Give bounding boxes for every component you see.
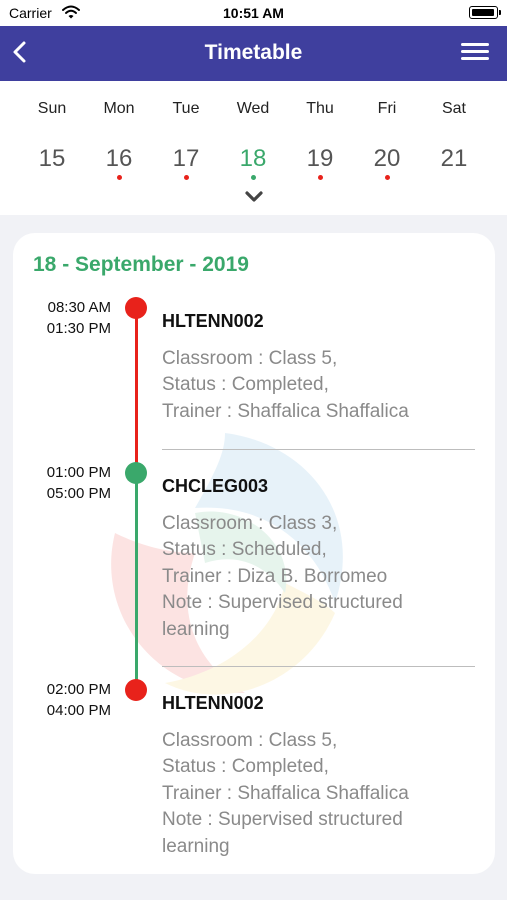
status-bar: Carrier 10:51 AM bbox=[0, 0, 507, 26]
expand-calendar-button[interactable] bbox=[244, 189, 264, 205]
day-name-label: Sun bbox=[37, 100, 67, 117]
event-detail-line: Classroom : Class 5, bbox=[162, 730, 338, 751]
timeline-dot bbox=[125, 679, 147, 701]
back-button[interactable] bbox=[6, 37, 36, 67]
event-indicator-dot bbox=[317, 175, 323, 180]
day-tue[interactable]: Tue 17 bbox=[152, 81, 220, 181]
schedule-card: 18 - September - 2019 08:30 AM 01:30 PM HL… bbox=[13, 233, 495, 874]
event-indicator-dot bbox=[384, 175, 390, 180]
day-name-label: Wed bbox=[236, 100, 270, 117]
menu-button[interactable] bbox=[461, 40, 491, 66]
timeline-line bbox=[135, 308, 138, 473]
event-time-range: 02:00 PM 04:00 PM bbox=[13, 679, 111, 721]
event-indicator-dot bbox=[250, 175, 256, 180]
chevron-down-icon bbox=[245, 191, 263, 202]
day-date-label: 17 bbox=[172, 145, 200, 172]
battery-icon bbox=[469, 6, 501, 19]
timeline-event[interactable]: 02:00 PM 04:00 PM HLTENN002 Classroom : Cla… bbox=[13, 679, 495, 874]
day-date-label: 20 bbox=[373, 145, 401, 172]
page-title: Timetable bbox=[204, 41, 303, 64]
day-date-label: 18 bbox=[239, 145, 267, 172]
event-detail-line: Trainer : Shaffalica Shaffalica bbox=[162, 400, 409, 422]
event-detail-line: learning bbox=[162, 835, 230, 857]
event-separator bbox=[162, 449, 475, 450]
event-detail-line: Note : Supervised structured bbox=[162, 809, 403, 831]
day-name-label: Thu bbox=[306, 100, 334, 117]
event-start-time: 01:00 PM bbox=[46, 464, 111, 481]
day-wed[interactable]: Wed 18 bbox=[219, 81, 287, 181]
timeline-event[interactable]: 01:00 PM 05:00 PM CHCLEG003 Classroom : Cla… bbox=[13, 462, 495, 690]
event-time-range: 01:00 PM 05:00 PM bbox=[13, 462, 111, 504]
event-indicator-dot bbox=[183, 175, 189, 180]
hamburger-menu-icon bbox=[461, 43, 491, 60]
course-code[interactable]: HLTENN002 bbox=[162, 693, 264, 714]
day-mon[interactable]: Mon 16 bbox=[85, 81, 153, 181]
day-name-label: Sat bbox=[441, 100, 466, 117]
event-detail-line: Status : Scheduled, bbox=[162, 539, 327, 561]
week-calendar: Sun 15 Mon 16 Tue 17 Wed 18 Thu 19 Fri 20 Sat 21 bbox=[0, 81, 507, 215]
event-start-time: 08:30 AM bbox=[47, 299, 111, 316]
event-details: Classroom : Class 5, Status : Completed, T… bbox=[162, 346, 482, 425]
event-indicator-dot bbox=[116, 175, 122, 180]
event-detail-line: Classroom : Class 5, bbox=[162, 348, 338, 369]
day-date-label: 16 bbox=[105, 145, 133, 172]
event-detail-line: Status : Completed, bbox=[162, 374, 329, 396]
course-code[interactable]: CHCLEG003 bbox=[162, 476, 268, 497]
day-name-label: Tue bbox=[172, 100, 200, 117]
event-details: Classroom : Class 3, Status : Scheduled, T… bbox=[162, 511, 482, 643]
day-sat[interactable]: Sat 21 bbox=[420, 81, 488, 181]
day-name-label: Fri bbox=[377, 100, 397, 117]
nav-bar: Timetable bbox=[0, 26, 507, 81]
timeline-line bbox=[135, 473, 138, 690]
event-separator bbox=[162, 666, 475, 667]
event-end-time: 04:00 PM bbox=[46, 702, 111, 719]
event-detail-line: learning bbox=[162, 618, 230, 640]
timeline-dot bbox=[125, 297, 147, 319]
day-date-label: 15 bbox=[38, 145, 66, 172]
clock: 10:51 AM bbox=[223, 5, 284, 21]
event-detail-line: Note : Supervised structured bbox=[162, 592, 403, 614]
day-name-label: Mon bbox=[103, 100, 135, 117]
day-date-label: 19 bbox=[306, 145, 334, 172]
event-detail-line: Classroom : Class 3, bbox=[162, 513, 338, 534]
event-detail-line: Trainer : Diza B. Borromeo bbox=[162, 565, 388, 587]
course-code[interactable]: HLTENN002 bbox=[162, 311, 264, 332]
event-end-time: 05:00 PM bbox=[46, 485, 111, 502]
day-fri[interactable]: Fri 20 bbox=[353, 81, 421, 181]
day-date-label: 21 bbox=[440, 145, 468, 172]
event-time-range: 08:30 AM 01:30 PM bbox=[13, 297, 111, 339]
event-details: Classroom : Class 5, Status : Completed, T… bbox=[162, 728, 482, 860]
selected-date-heading: 18 - September - 2019 bbox=[33, 253, 249, 276]
timeline-dot bbox=[125, 462, 147, 484]
chevron-left-icon bbox=[13, 41, 26, 63]
event-detail-line: Status : Completed, bbox=[162, 756, 329, 778]
day-thu[interactable]: Thu 19 bbox=[286, 81, 354, 181]
event-detail-line: Trainer : Shaffalica Shaffalica bbox=[162, 782, 409, 804]
day-sun[interactable]: Sun 15 bbox=[18, 81, 86, 181]
event-start-time: 02:00 PM bbox=[46, 681, 111, 698]
event-end-time: 01:30 PM bbox=[46, 320, 111, 337]
